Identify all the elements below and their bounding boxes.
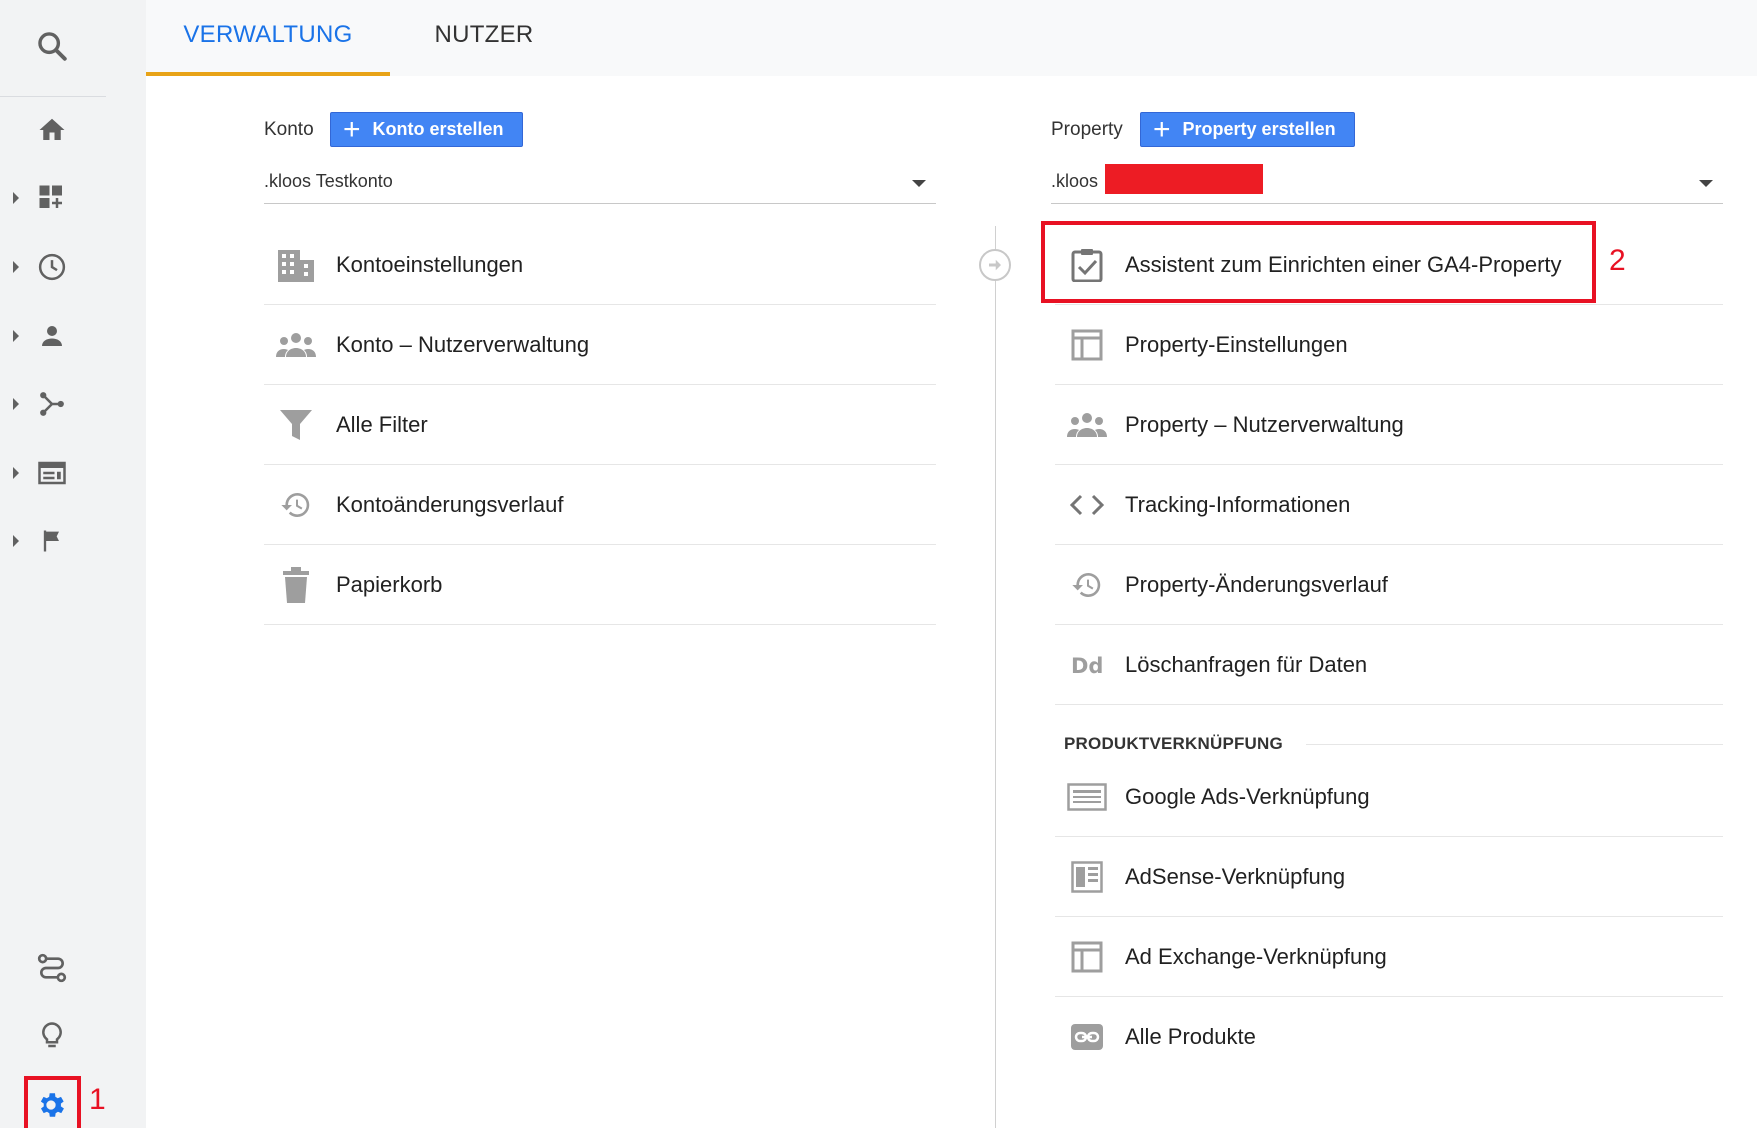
annotation-number-1: 1	[89, 1083, 106, 1116]
expand-caret-icon[interactable]	[13, 261, 19, 273]
redaction-bar	[1105, 164, 1263, 194]
menu-item-label: Papierkorb	[336, 572, 443, 597]
adsense-icon	[1067, 859, 1107, 895]
column-divider	[995, 226, 996, 1128]
expand-caret-icon[interactable]	[13, 535, 19, 547]
acquisition-icon[interactable]	[32, 384, 72, 424]
ads-icon	[1067, 779, 1107, 815]
layout-icon	[1067, 327, 1107, 363]
history-icon	[276, 487, 316, 523]
route-icon[interactable]	[32, 948, 72, 988]
admin-highlight-box	[24, 1076, 81, 1128]
menu-item-label: Löschanfragen für Daten	[1125, 652, 1368, 677]
tab-nutzer[interactable]: NUTZER	[392, 0, 576, 76]
home-icon[interactable]	[32, 110, 72, 150]
menu-item-label: Konto – Nutzerverwaltung	[336, 332, 590, 357]
people-icon	[276, 327, 316, 363]
menu-item-label: Ad Exchange-Verknüpfung	[1125, 944, 1387, 969]
menu-item-all-filters[interactable]: Alle Filter	[264, 385, 936, 465]
menu-item-ad-exchange-linking[interactable]: Ad Exchange-Verknüpfung	[1055, 917, 1723, 997]
svg-text:Dd: Dd	[1071, 654, 1103, 677]
create-account-button[interactable]: + Konto erstellen	[330, 112, 523, 147]
lightbulb-icon[interactable]	[32, 1016, 72, 1056]
layout-icon	[1067, 939, 1107, 975]
property-selector-value: .kloos	[1051, 171, 1099, 191]
link-icon	[1067, 1019, 1107, 1055]
menu-item-property-change-history[interactable]: Property-Änderungsverlauf	[1055, 545, 1723, 625]
menu-item-label: Kontoänderungsverlauf	[336, 492, 564, 517]
create-property-button[interactable]: + Property erstellen	[1140, 112, 1355, 147]
arrow-right-icon	[979, 249, 1011, 281]
menu-item-label: Property-Änderungsverlauf	[1125, 572, 1388, 597]
menu-item-label: Property-Einstellungen	[1125, 332, 1348, 357]
behavior-icon[interactable]	[32, 453, 72, 493]
expand-caret-icon[interactable]	[13, 192, 19, 204]
menu-item-label: AdSense-Verknüpfung	[1125, 864, 1346, 889]
code-icon	[1067, 487, 1107, 523]
section-title-product-linking: PRODUKTVERKNÜPFUNG	[1064, 734, 1283, 753]
menu-item-trash[interactable]: Papierkorb	[264, 545, 936, 625]
history-icon	[1067, 567, 1107, 603]
menu-item-account-settings[interactable]: Kontoeinstellungen	[264, 225, 936, 305]
left-nav-sidebar: 1	[0, 0, 146, 1128]
create-account-button-label: Konto erstellen	[372, 119, 504, 139]
menu-item-label: Kontoeinstellungen	[336, 252, 524, 277]
sidebar-divider	[0, 96, 106, 97]
section-divider	[1306, 744, 1723, 745]
menu-item-property-settings[interactable]: Property-Einstellungen	[1055, 305, 1723, 385]
trash-icon	[276, 567, 316, 603]
menu-item-property-user-management[interactable]: Property – Nutzerverwaltung	[1055, 385, 1723, 465]
menu-item-adsense-linking[interactable]: AdSense-Verknüpfung	[1055, 837, 1723, 917]
person-icon[interactable]	[32, 316, 72, 356]
expand-caret-icon[interactable]	[13, 467, 19, 479]
people-icon	[1067, 407, 1107, 443]
building-icon	[276, 247, 316, 283]
menu-item-google-ads-linking[interactable]: Google Ads-Verknüpfung	[1055, 757, 1723, 837]
menu-item-data-deletion-requests[interactable]: Dd Löschanfragen für Daten	[1055, 625, 1723, 705]
expand-caret-icon[interactable]	[13, 330, 19, 342]
account-selector[interactable]: .kloos Testkonto	[264, 164, 936, 204]
menu-item-account-change-history[interactable]: Kontoänderungsverlauf	[264, 465, 936, 545]
filter-icon	[276, 407, 316, 443]
plus-icon: +	[343, 112, 361, 146]
tab-verwaltung[interactable]: VERWALTUNG	[146, 0, 390, 76]
menu-item-all-products[interactable]: Alle Produkte	[1055, 997, 1723, 1077]
admin-tab-bar: VERWALTUNG NUTZER	[146, 0, 1757, 76]
create-property-button-label: Property erstellen	[1182, 119, 1336, 139]
annotation-number-2: 2	[1609, 244, 1626, 277]
menu-item-label: Tracking-Informationen	[1125, 492, 1351, 517]
account-selector-value: .kloos Testkonto	[264, 171, 393, 191]
dropdown-arrow-icon	[1699, 180, 1713, 187]
menu-item-label: Property – Nutzerverwaltung	[1125, 412, 1404, 437]
menu-item-label: Alle Produkte	[1125, 1024, 1256, 1049]
plus-icon: +	[1153, 112, 1171, 146]
ga4-assistant-highlight-box	[1041, 221, 1596, 303]
menu-item-label: Alle Filter	[336, 412, 428, 437]
menu-item-tracking-info[interactable]: Tracking-Informationen	[1055, 465, 1723, 545]
dropdown-arrow-icon	[912, 180, 926, 187]
expand-caret-icon[interactable]	[13, 398, 19, 410]
menu-item-label: Google Ads-Verknüpfung	[1125, 784, 1370, 809]
property-label: Property	[1051, 119, 1123, 140]
account-label: Konto	[264, 119, 314, 140]
flag-icon[interactable]	[32, 521, 72, 561]
dashboard-icon[interactable]	[32, 178, 72, 218]
menu-item-account-user-management[interactable]: Konto – Nutzerverwaltung	[264, 305, 936, 385]
search-icon[interactable]	[32, 26, 72, 66]
dd-icon: Dd	[1067, 647, 1107, 683]
clock-icon[interactable]	[32, 247, 72, 287]
